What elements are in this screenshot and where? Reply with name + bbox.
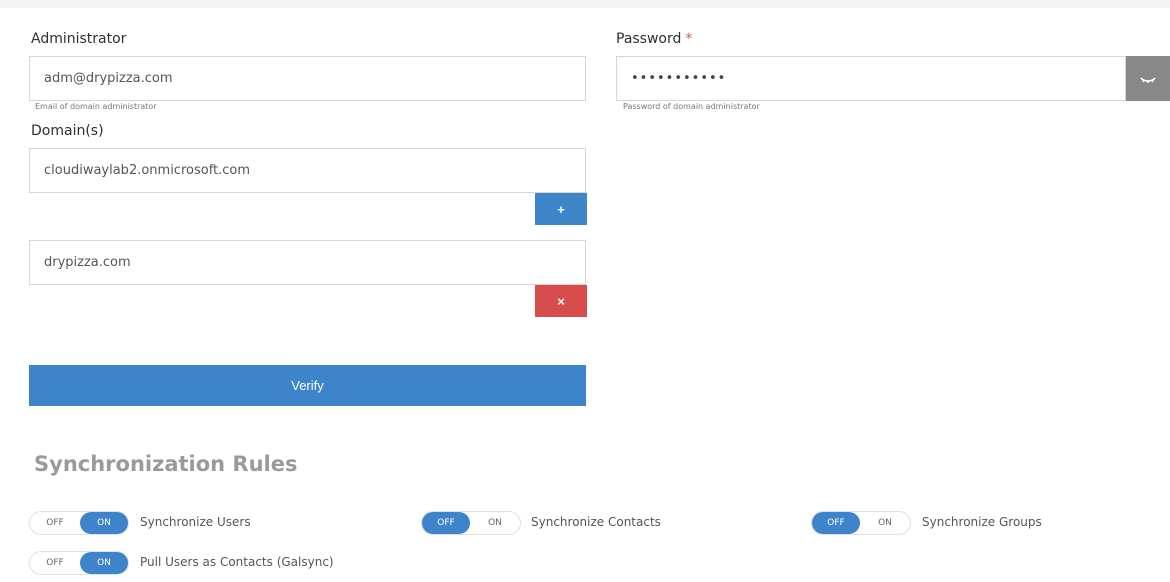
page: Administrator adm@drypizza.com Email of … <box>0 0 1170 582</box>
administrator-hint: Email of domain administrator <box>35 102 157 111</box>
remove-domain-button[interactable]: × <box>535 285 587 317</box>
toggle-option-on[interactable]: ON <box>80 512 128 534</box>
toggle-synchronize-groups[interactable]: OFF ON <box>811 511 911 535</box>
administrator-label-text: Administrator <box>31 31 127 47</box>
rule-label-synchronize-users: Synchronize Users <box>140 515 251 529</box>
verify-button[interactable]: Verify <box>29 365 586 406</box>
synchronization-rules-title: Synchronization Rules <box>34 452 298 476</box>
toggle-synchronize-contacts[interactable]: OFF ON <box>421 511 521 535</box>
eye-icon <box>1140 76 1156 83</box>
domain-value-1: cloudiwaylab2.onmicrosoft.com <box>44 163 251 178</box>
plus-icon: + <box>557 201 565 217</box>
password-field[interactable]: ••••••••••• <box>616 56 1126 101</box>
password-label: Password * <box>616 31 692 47</box>
toggle-option-on[interactable]: ON <box>860 512 910 534</box>
toggle-synchronize-users[interactable]: OFF ON <box>29 511 129 535</box>
toggle-option-off[interactable]: OFF <box>30 512 80 534</box>
close-icon: × <box>557 293 565 309</box>
rule-label-synchronize-groups: Synchronize Groups <box>922 515 1042 529</box>
top-band <box>0 0 1170 8</box>
administrator-email-field[interactable]: adm@drypizza.com <box>29 56 586 101</box>
administrator-label: Administrator <box>31 31 126 47</box>
domain-field-2[interactable]: drypizza.com <box>29 240 586 285</box>
toggle-option-on[interactable]: ON <box>80 552 128 574</box>
domain-value-2: drypizza.com <box>44 255 131 270</box>
toggle-option-off[interactable]: OFF <box>30 552 80 574</box>
domain-field-1[interactable]: cloudiwaylab2.onmicrosoft.com <box>29 148 586 193</box>
toggle-option-off[interactable]: OFF <box>422 512 470 534</box>
verify-button-label: Verify <box>291 378 324 393</box>
password-label-text: Password <box>616 31 682 47</box>
toggle-pull-users-as-contacts[interactable]: OFF ON <box>29 551 129 575</box>
required-asterisk: * <box>685 31 693 47</box>
rule-label-synchronize-contacts: Synchronize Contacts <box>531 515 661 529</box>
domains-label: Domain(s) <box>31 123 104 139</box>
show-password-button[interactable] <box>1126 56 1170 101</box>
password-value: ••••••••••• <box>631 71 727 86</box>
add-domain-button[interactable]: + <box>535 193 587 225</box>
rule-label-pull-users-as-contacts: Pull Users as Contacts (Galsync) <box>140 555 334 569</box>
administrator-email-value: adm@drypizza.com <box>44 71 173 86</box>
toggle-option-on[interactable]: ON <box>470 512 520 534</box>
toggle-option-off[interactable]: OFF <box>812 512 860 534</box>
domains-label-text: Domain(s) <box>31 123 104 139</box>
password-hint: Password of domain administrator <box>623 102 760 111</box>
